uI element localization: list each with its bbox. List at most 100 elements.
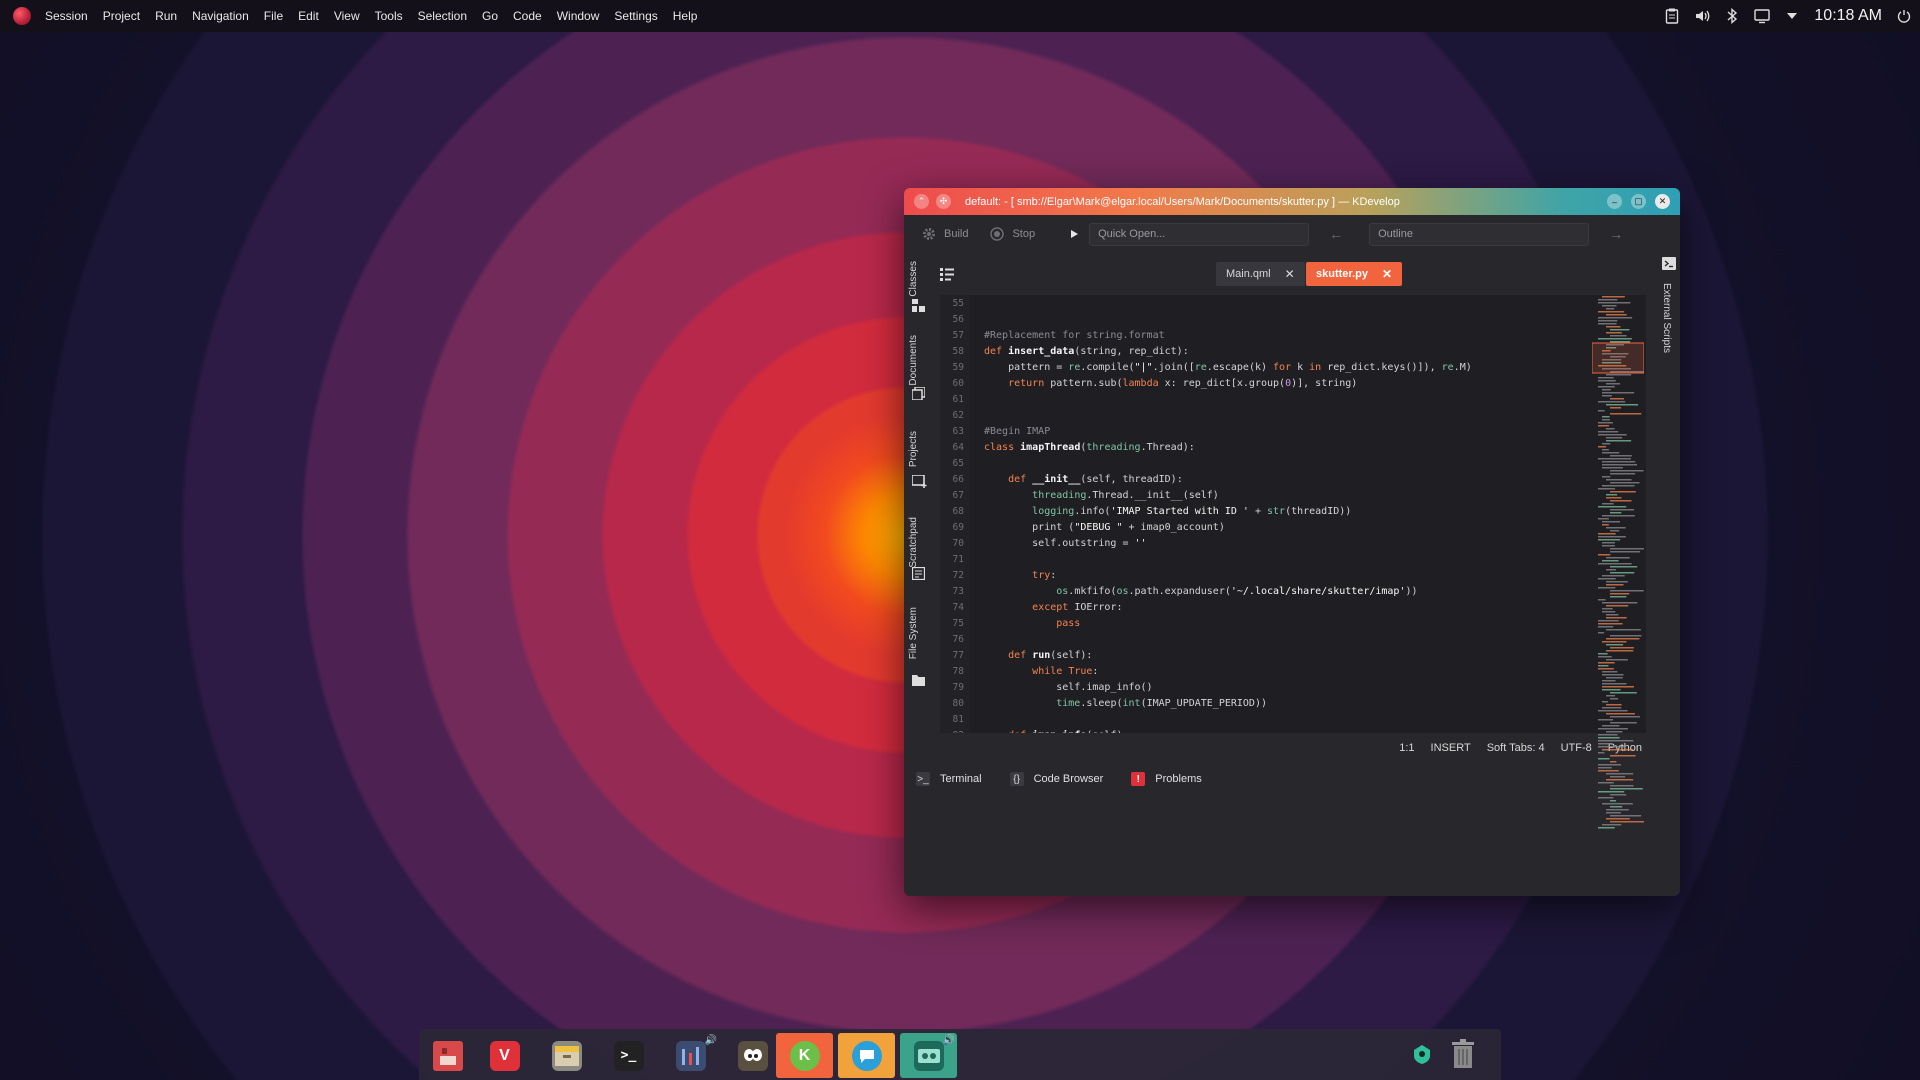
code-line[interactable]: return pattern.sub(lambda x: rep_dict[x.…: [984, 378, 1357, 389]
audio-mixer-app[interactable]: 🔊: [662, 1033, 719, 1078]
files-app[interactable]: [419, 1033, 476, 1078]
outline-input[interactable]: Outline: [1369, 222, 1590, 246]
file-system-icon[interactable]: [912, 673, 925, 686]
code-line[interactable]: try:: [984, 570, 1056, 581]
document-list-icon[interactable]: [940, 268, 954, 286]
vivaldi-app[interactable]: V: [476, 1033, 533, 1078]
code-line[interactable]: def run(self):: [984, 650, 1092, 661]
menu-file[interactable]: File: [264, 9, 283, 23]
close-icon[interactable]: ✕: [1382, 267, 1392, 281]
dropdown-arrow-icon[interactable]: [1784, 8, 1800, 24]
power-icon[interactable]: [1896, 8, 1912, 24]
build-button[interactable]: Build: [922, 227, 968, 241]
code-line[interactable]: time.sleep(int(IMAP_UPDATE_PERIOD)): [984, 698, 1267, 709]
quick-open-input[interactable]: Quick Open...: [1089, 222, 1310, 246]
kdeconnect-icon[interactable]: [1411, 1043, 1433, 1065]
code-line[interactable]: class imapThread(threading.Thread):: [984, 442, 1195, 453]
code-line[interactable]: pattern = re.compile("|".join([re.escape…: [984, 362, 1472, 373]
code-line[interactable]: self.outstring = '': [984, 538, 1146, 549]
clock[interactable]: 10:18 AM: [1814, 7, 1882, 25]
tool-file-system[interactable]: File System: [908, 607, 919, 659]
minimap-line: [1598, 410, 1605, 412]
archive-manager-app[interactable]: [538, 1033, 595, 1078]
menu-code[interactable]: Code: [513, 9, 542, 23]
scratchpad-icon[interactable]: [912, 567, 925, 580]
menu-project[interactable]: Project: [103, 9, 140, 23]
tool-classes[interactable]: Classes: [908, 261, 919, 297]
code-minimap[interactable]: [1592, 296, 1644, 829]
app-launcher-icon[interactable]: [13, 7, 31, 25]
code-line[interactable]: def imap_info(self):: [984, 730, 1128, 733]
code-line[interactable]: threading.Thread.__init__(self): [984, 490, 1219, 501]
menu-edit[interactable]: Edit: [298, 9, 319, 23]
tool-documents[interactable]: Documents: [908, 335, 919, 386]
classes-icon[interactable]: [912, 299, 925, 312]
menu-run[interactable]: Run: [155, 9, 177, 23]
gimp-app[interactable]: [724, 1033, 781, 1078]
code-line[interactable]: #Begin IMAP: [984, 426, 1050, 437]
terminal-app[interactable]: >_: [600, 1033, 657, 1078]
tab-main-qml[interactable]: Main.qml ✕: [1216, 262, 1305, 286]
minimap-line: [1602, 560, 1619, 562]
menu-window[interactable]: Window: [557, 9, 600, 23]
minimap-line: [1610, 785, 1634, 787]
run-button[interactable]: [1069, 229, 1079, 239]
menu-tools[interactable]: Tools: [375, 9, 403, 23]
volume-icon[interactable]: [1694, 8, 1710, 24]
terminal-tool-tab[interactable]: >_ Terminal: [916, 772, 982, 786]
window-titlebar[interactable]: ⌃ ✣ default: - [ smb://Elgar\Mark@elgar.…: [904, 188, 1680, 215]
maximize-button[interactable]: ▢: [1631, 194, 1646, 209]
code-line[interactable]: while True:: [984, 666, 1098, 677]
minimize-button[interactable]: –: [1607, 194, 1622, 209]
problems-tool-tab[interactable]: ! Problems: [1131, 772, 1202, 786]
stop-button[interactable]: Stop: [990, 227, 1035, 241]
window-menu-button[interactable]: ⌃: [914, 194, 929, 209]
clipboard-icon[interactable]: [1664, 8, 1680, 24]
menu-session[interactable]: Session: [45, 9, 88, 23]
code-line[interactable]: except IOError:: [984, 602, 1122, 613]
minimap-line: [1598, 653, 1608, 655]
trash-icon[interactable]: [1449, 1039, 1477, 1069]
tool-scratchpad[interactable]: Scratchpad: [908, 517, 919, 568]
documents-icon[interactable]: [912, 387, 925, 400]
file-encoding[interactable]: UTF-8: [1561, 742, 1592, 754]
code-line[interactable]: self.imap_info(): [984, 682, 1152, 693]
menu-help[interactable]: Help: [673, 9, 698, 23]
media-player-app[interactable]: 🔊: [900, 1033, 957, 1078]
menu-navigation[interactable]: Navigation: [192, 9, 249, 23]
code-line[interactable]: os.mkfifo(os.path.expanduser('~/.local/s…: [984, 586, 1417, 597]
code-line[interactable]: #Replacement for string.format: [984, 330, 1165, 341]
edit-mode[interactable]: INSERT: [1431, 742, 1471, 754]
code-line[interactable]: def insert_data(string, rep_dict):: [984, 346, 1189, 357]
bluetooth-icon[interactable]: [1724, 8, 1740, 24]
code-line[interactable]: pass: [984, 618, 1080, 629]
terminal-icon: >_: [916, 772, 930, 786]
pin-button[interactable]: ✣: [936, 194, 951, 209]
display-icon[interactable]: [1754, 8, 1771, 24]
code-browser-tool-tab[interactable]: {} Code Browser: [1009, 772, 1103, 786]
minimap-line: [1602, 701, 1609, 703]
minimap-line: [1610, 335, 1627, 337]
minimap-line: [1610, 509, 1634, 511]
code-line[interactable]: print ("DEBUG " + imap0_account): [984, 522, 1225, 533]
tab-skutter-py[interactable]: skutter.py ✕: [1306, 262, 1403, 286]
tool-projects[interactable]: Projects: [908, 431, 919, 467]
menu-selection[interactable]: Selection: [418, 9, 467, 23]
indentation-mode[interactable]: Soft Tabs: 4: [1487, 742, 1545, 754]
minimap-line: [1602, 824, 1622, 826]
close-icon[interactable]: ✕: [1285, 267, 1295, 281]
forward-arrow-icon[interactable]: →: [1609, 226, 1623, 242]
tool-external-scripts[interactable]: External Scripts: [1661, 283, 1672, 353]
menu-view[interactable]: View: [334, 9, 360, 23]
close-button[interactable]: ✕: [1655, 194, 1670, 209]
chat-app[interactable]: [838, 1033, 895, 1078]
menu-go[interactable]: Go: [482, 9, 498, 23]
projects-icon[interactable]: [912, 475, 927, 488]
terminal-script-icon[interactable]: [1662, 257, 1676, 270]
code-line[interactable]: logging.info('IMAP Started with ID ' + s…: [984, 506, 1351, 517]
code-line[interactable]: def __init__(self, threadID):: [984, 474, 1183, 485]
kdevelop-app[interactable]: K: [776, 1033, 833, 1078]
back-arrow-icon[interactable]: ←: [1329, 226, 1343, 242]
code-editor[interactable]: 55 56 57 58 59 60 61 62 63 64 65 66 67 68 69 70 71 72 73 74…: [940, 295, 1646, 733]
menu-settings[interactable]: Settings: [614, 9, 657, 23]
